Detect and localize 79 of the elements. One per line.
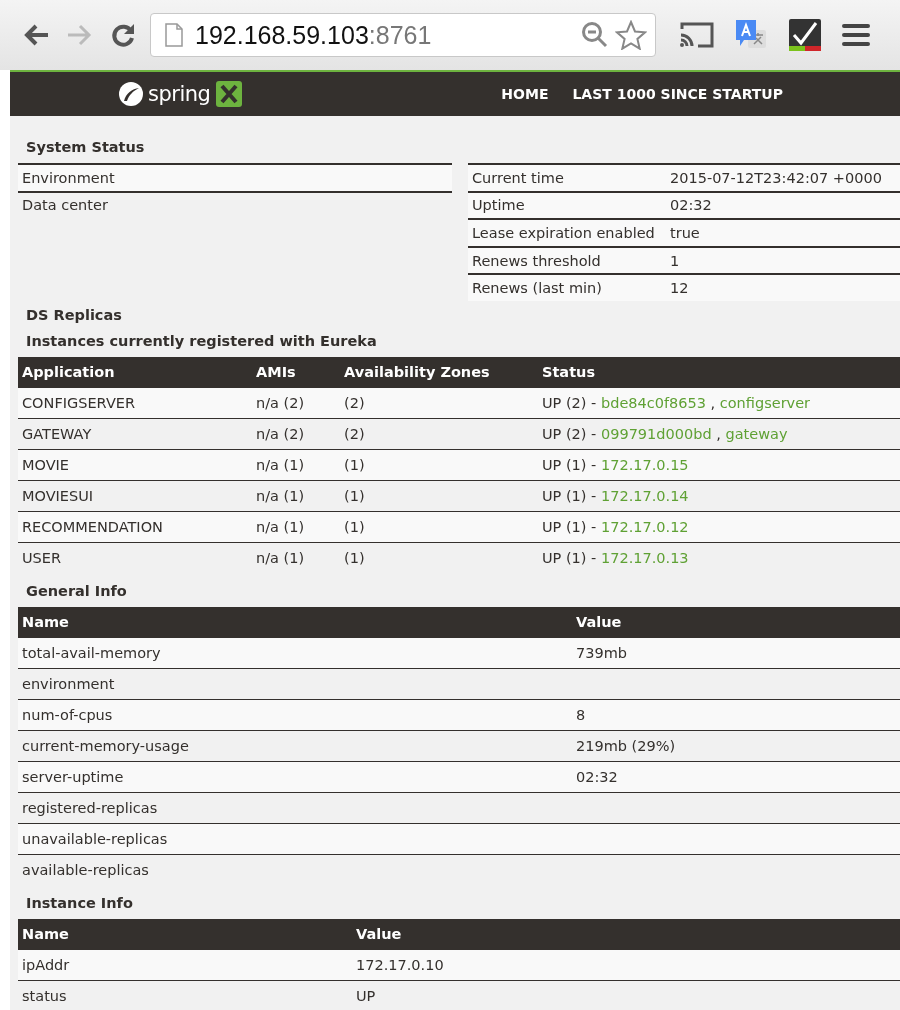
table-cell: Current time [468, 164, 666, 192]
section-title: DS Replicas [25, 306, 123, 325]
instance-link[interactable]: 172.17.0.15 [600, 457, 689, 473]
status-text: UP (2) - [542, 395, 597, 411]
instance-link[interactable]: configserver [719, 395, 811, 411]
instance-link[interactable]: gateway [725, 426, 788, 442]
table-cell: Renews (last min) [468, 274, 666, 301]
table-cell: Environment [18, 164, 452, 192]
separator-text: , [716, 426, 721, 442]
status-text: UP (1) - [542, 457, 597, 473]
table-cell: 2015-07-12T23:42:07 +0000 [666, 164, 900, 192]
table-cell: available-replicas [18, 854, 572, 885]
table-cell: total-avail-memory [18, 637, 572, 669]
table-cell: 1 [666, 246, 900, 275]
table-cell: n/a (1) [252, 449, 340, 481]
table-cell: 739mb [572, 637, 900, 669]
instance-link[interactable]: 172.17.0.14 [600, 488, 689, 504]
column-header: Status [538, 357, 900, 388]
table-cell: Lease expiration enabled [468, 219, 666, 247]
table-cell: 12 [666, 274, 900, 301]
table-cell: Renews threshold [468, 246, 666, 275]
column-header: Name [18, 919, 352, 950]
table-cell: USER [18, 542, 252, 573]
table-cell: 02:32 [666, 191, 900, 220]
column-header: AMIs [252, 357, 340, 388]
star-icon[interactable] [615, 20, 647, 50]
table-cell: ipAddr [18, 949, 352, 981]
table-cell: (1) [340, 511, 538, 543]
zoom-out-icon[interactable] [581, 21, 609, 49]
table-cell: server-uptime [18, 761, 572, 793]
section-title: Instances currently registered with Eureka [25, 332, 378, 351]
menu-icon[interactable] [842, 23, 870, 47]
instance-link[interactable]: 099791d000bd [600, 426, 712, 442]
table-cell: (2) [340, 387, 538, 419]
column-header: Value [572, 607, 900, 638]
logo-text: spring [148, 82, 211, 106]
table-cell: Data center [18, 191, 452, 219]
address-bar[interactable]: 192.168.59.103:8761 [150, 13, 656, 57]
status-text: UP (1) - [542, 519, 597, 535]
table-cell: n/a (2) [252, 387, 340, 419]
x-logo-icon [216, 81, 243, 107]
table-cell: n/a (1) [252, 542, 340, 573]
nav-link[interactable]: LAST 1000 SINCE STARTUP [572, 86, 783, 102]
table-cell: (1) [340, 449, 538, 481]
table-cell: CONFIGSERVER [18, 387, 252, 419]
column-header: Name [18, 607, 572, 638]
table-cell: 172.17.0.10 [352, 949, 900, 981]
table-cell: RECOMMENDATION [18, 511, 252, 543]
instance-link[interactable]: 172.17.0.13 [600, 550, 689, 566]
table-cell: MOVIE [18, 449, 252, 481]
section-title: System Status [25, 138, 146, 157]
table-cell: true [666, 219, 900, 247]
status-text: UP (1) - [542, 550, 597, 566]
page-icon [165, 23, 183, 47]
table-cell: n/a (1) [252, 511, 340, 543]
table-cell: status [18, 980, 352, 1010]
checkmark-icon[interactable] [788, 18, 822, 52]
status-text: UP (2) - [542, 426, 597, 442]
table-cell: 8 [572, 699, 900, 731]
instance-link[interactable]: bde84c0f8653 [600, 395, 706, 411]
nav-link[interactable]: HOME [501, 86, 549, 102]
reload-icon[interactable] [110, 22, 136, 48]
table-cell: (1) [340, 542, 538, 573]
section-title: General Info [25, 582, 128, 601]
status-text: UP (1) - [542, 488, 597, 504]
table-cell: unavailable-replicas [18, 823, 572, 855]
column-header: Application [18, 357, 252, 388]
table-cell: UP [352, 980, 900, 1010]
table-cell: num-of-cpus [18, 699, 572, 731]
back-icon[interactable] [22, 23, 50, 47]
cast-icon[interactable] [678, 21, 714, 49]
section-title: Instance Info [25, 894, 134, 913]
separator-text: , [710, 395, 716, 411]
column-header: Availability Zones [340, 357, 538, 388]
instance-link[interactable]: 172.17.0.12 [600, 519, 689, 535]
column-header: Value [352, 919, 900, 950]
spring-leaf-icon [118, 81, 144, 107]
table-cell: 02:32 [572, 761, 900, 793]
table-cell: Uptime [468, 191, 666, 220]
